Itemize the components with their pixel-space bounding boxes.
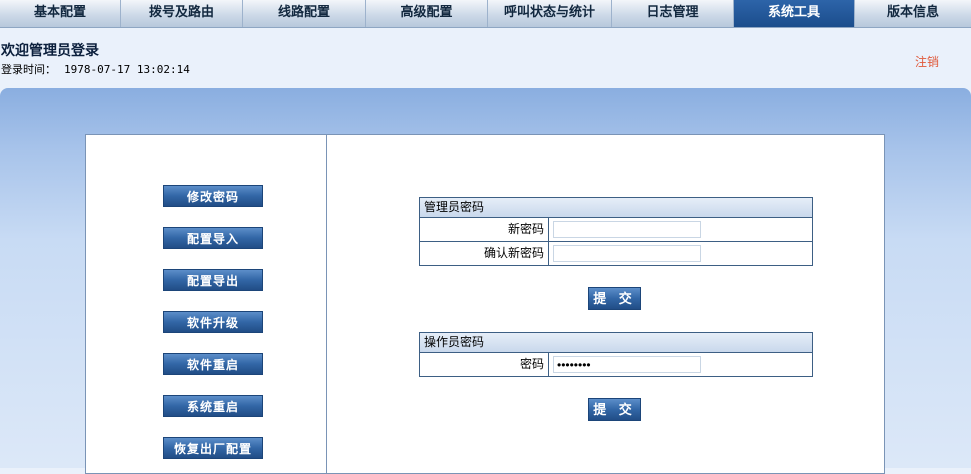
- operator-password-form: 操作员密码 密码: [419, 332, 813, 377]
- form-row: 密码: [420, 353, 812, 376]
- login-time-value: 1978-07-17 13:02:14: [64, 63, 190, 76]
- sidebar: 修改密码 配置导入 配置导出 软件升级 软件重启 系统重启 恢复出厂配置: [86, 135, 327, 473]
- nav-tab-version-info[interactable]: 版本信息: [855, 0, 971, 27]
- form-row: 新密码: [420, 218, 812, 242]
- change-password-button[interactable]: 修改密码: [163, 185, 263, 207]
- operator-password-label: 密码: [420, 353, 549, 376]
- nav-tab-system-tools[interactable]: 系统工具: [734, 0, 855, 27]
- content-box: 修改密码 配置导入 配置导出 软件升级 软件重启 系统重启 恢复出厂配置 管理员…: [85, 134, 885, 474]
- confirm-password-label: 确认新密码: [420, 242, 549, 265]
- new-password-label: 新密码: [420, 218, 549, 241]
- login-time-label: 登录时间：: [1, 63, 56, 76]
- software-restart-button[interactable]: 软件重启: [163, 353, 263, 375]
- operator-password-input[interactable]: [553, 356, 701, 373]
- nav-tab-advanced-config[interactable]: 高级配置: [366, 0, 488, 27]
- nav-tab-line-config[interactable]: 线路配置: [243, 0, 366, 27]
- operator-submit-button[interactable]: 提 交: [588, 398, 641, 421]
- welcome-title: 欢迎管理员登录: [1, 43, 99, 59]
- nav-tab-log-management[interactable]: 日志管理: [612, 0, 734, 27]
- export-config-button[interactable]: 配置导出: [163, 269, 263, 291]
- confirm-password-input[interactable]: [553, 245, 701, 262]
- software-upgrade-button[interactable]: 软件升级: [163, 311, 263, 333]
- admin-submit-button[interactable]: 提 交: [588, 287, 641, 310]
- top-nav: 基本配置 拨号及路由 线路配置 高级配置 呼叫状态与统计 日志管理 系统工具 版…: [0, 0, 971, 28]
- form-row: 确认新密码: [420, 242, 812, 265]
- logout-link[interactable]: 注销: [915, 53, 939, 70]
- login-info: 登录时间： 1978-07-17 13:02:14: [1, 61, 190, 77]
- nav-tab-call-status[interactable]: 呼叫状态与统计: [488, 0, 612, 27]
- admin-password-form: 管理员密码 新密码 确认新密码: [419, 197, 813, 266]
- nav-tab-dial-routing[interactable]: 拨号及路由: [121, 0, 243, 27]
- operator-password-title: 操作员密码: [420, 333, 812, 353]
- new-password-input[interactable]: [553, 221, 701, 238]
- system-reboot-button[interactable]: 系统重启: [163, 395, 263, 417]
- import-config-button[interactable]: 配置导入: [163, 227, 263, 249]
- factory-reset-button[interactable]: 恢复出厂配置: [163, 437, 263, 459]
- admin-password-title: 管理员密码: [420, 198, 812, 218]
- nav-tab-basic-config[interactable]: 基本配置: [0, 0, 121, 27]
